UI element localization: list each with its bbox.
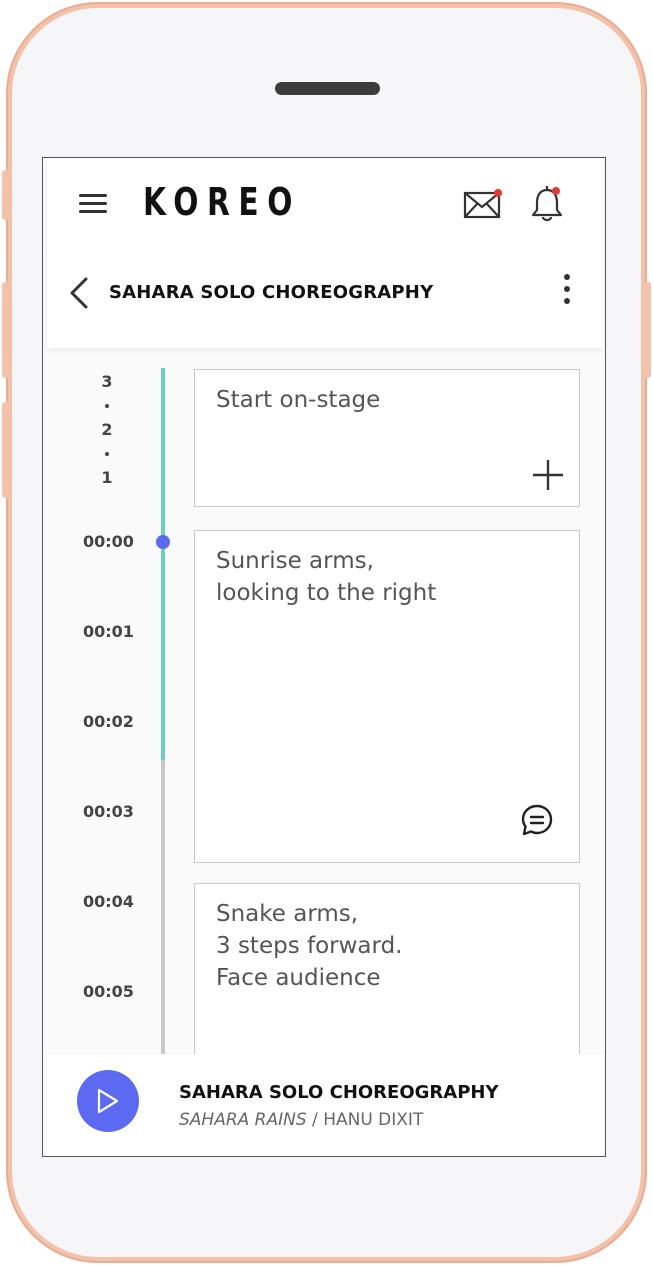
countdown-dot bbox=[105, 452, 109, 456]
step-card-snake[interactable]: Snake arms, 3 steps forward. Face audien… bbox=[194, 883, 580, 1083]
time-label: 00:02 bbox=[83, 712, 134, 731]
step-card-text: Start on-stage bbox=[216, 387, 381, 413]
bell-icon[interactable] bbox=[529, 184, 565, 224]
app-logo: KOREO bbox=[143, 180, 302, 224]
phone-speaker bbox=[275, 82, 380, 95]
hamburger-menu-icon[interactable] bbox=[79, 194, 107, 214]
play-button[interactable] bbox=[77, 1070, 139, 1132]
player-song: SAHARA RAINS bbox=[179, 1110, 307, 1130]
side-button-left-mid bbox=[2, 282, 10, 378]
player-artist: HANU DIXIT bbox=[323, 1110, 424, 1130]
side-button-left-top bbox=[2, 170, 10, 220]
plus-icon[interactable] bbox=[532, 459, 564, 491]
app-header: KOREO bbox=[47, 158, 603, 246]
player-track-info: SAHARA RAINS / HANU DIXIT bbox=[179, 1110, 423, 1130]
play-icon bbox=[97, 1088, 119, 1114]
page-title: SAHARA SOLO CHOREOGRAPHY bbox=[109, 282, 434, 303]
countdown-3: 3 bbox=[101, 372, 113, 391]
step-card-sunrise[interactable]: Sunrise arms, looking to the right bbox=[194, 530, 580, 863]
comment-icon[interactable] bbox=[520, 803, 554, 837]
time-label: 00:05 bbox=[83, 982, 134, 1001]
step-card-start[interactable]: Start on-stage bbox=[194, 369, 580, 507]
step-card-text: Sunrise arms, looking to the right bbox=[216, 548, 437, 606]
countdown-2: 2 bbox=[101, 420, 113, 439]
side-button-left-low bbox=[2, 402, 10, 498]
more-vertical-icon[interactable] bbox=[559, 274, 575, 310]
player-title: SAHARA SOLO CHOREOGRAPHY bbox=[179, 1082, 499, 1103]
chevron-left-icon[interactable] bbox=[67, 276, 91, 310]
countdown-dot bbox=[105, 404, 109, 408]
player-separator: / bbox=[306, 1110, 324, 1130]
choreography-header: SAHARA SOLO CHOREOGRAPHY bbox=[47, 246, 603, 348]
time-label: 00:00 bbox=[83, 532, 134, 551]
mail-icon[interactable] bbox=[463, 188, 503, 220]
app-screen: KOREO SAHARA SOLO CHOREOGRAPHY 3 2 1 00:… bbox=[42, 157, 606, 1157]
side-button-right bbox=[643, 282, 651, 378]
countdown-1: 1 bbox=[101, 468, 113, 487]
time-label: 00:03 bbox=[83, 802, 134, 821]
time-label: 00:01 bbox=[83, 622, 134, 641]
timeline-playhead[interactable] bbox=[156, 535, 170, 549]
music-player: SAHARA SOLO CHOREOGRAPHY SAHARA RAINS / … bbox=[47, 1054, 603, 1156]
time-label: 00:04 bbox=[83, 892, 134, 911]
timeline-progress bbox=[161, 368, 165, 760]
step-card-text: Snake arms, 3 steps forward. Face audien… bbox=[216, 901, 403, 991]
